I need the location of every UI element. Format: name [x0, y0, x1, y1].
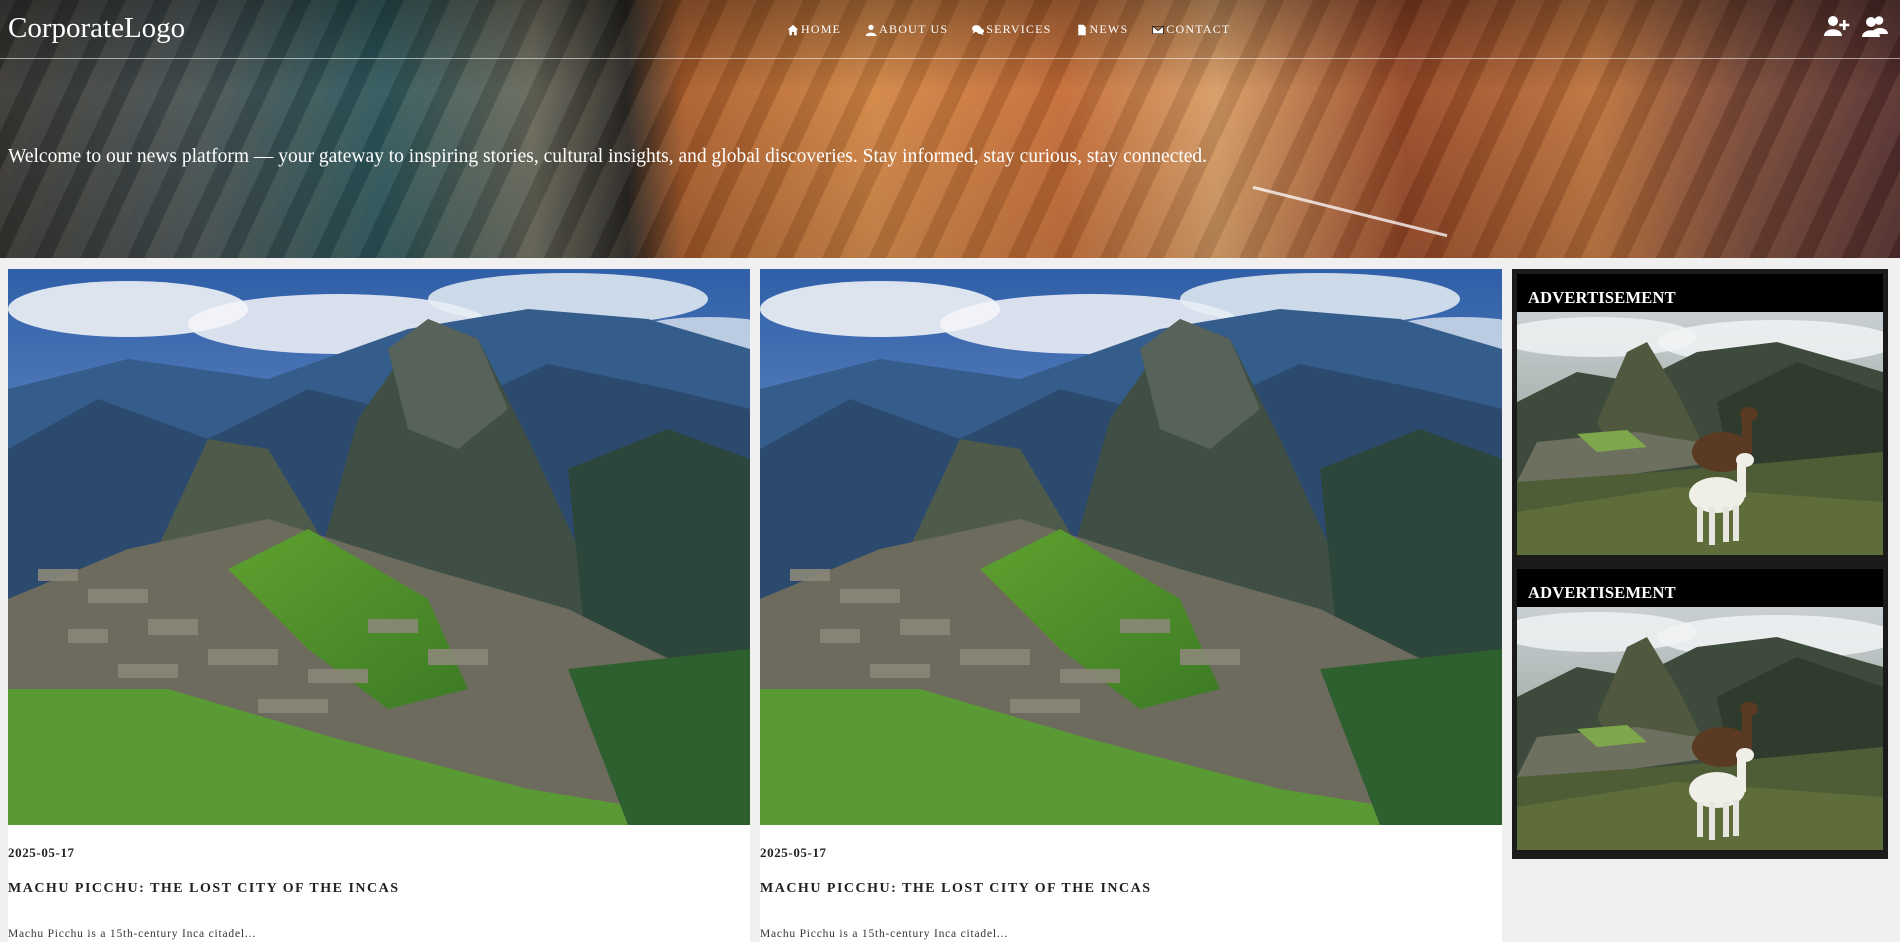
home-icon: [787, 24, 799, 35]
article-image[interactable]: [760, 269, 1502, 825]
main-nav: HOME ABOUT US SERVICES NEWS CONTACT: [787, 22, 1230, 37]
article-date: 2025-05-17: [760, 845, 827, 860]
envelope-icon: [1152, 25, 1164, 34]
nav-home-label: HOME: [801, 22, 842, 36]
nav-about-us-label: ABOUT US: [879, 22, 949, 36]
logo[interactable]: CorporateLogo: [8, 12, 185, 45]
advertisement-block: ADVERTISEMENT: [1517, 569, 1883, 850]
top-navigation-bar: CorporateLogo HOME ABOUT US SERVICES NEW…: [0, 0, 1900, 59]
advertisement-block: ADVERTISEMENT: [1517, 274, 1883, 555]
advertisement-label: ADVERTISEMENT: [1517, 569, 1883, 607]
users-icon[interactable]: [1862, 15, 1888, 37]
article-title[interactable]: MACHU PICCHU: THE LOST CITY OF THE INCAS: [8, 881, 400, 897]
article-date: 2025-05-17: [8, 845, 75, 860]
hero-tagline: Welcome to our news platform — your gate…: [8, 146, 1208, 167]
advertisement-image[interactable]: [1517, 312, 1883, 555]
nav-contact-label: CONTACT: [1166, 22, 1231, 36]
ad-sidebar: ADVERTISEMENT ADVERTISEMENT: [1512, 269, 1888, 859]
hero-banner: CorporateLogo HOME ABOUT US SERVICES NEW…: [0, 0, 1900, 258]
account-actions: [1824, 15, 1888, 37]
article-card[interactable]: 2025-05-17 MACHU PICCHU: THE LOST CITY O…: [8, 269, 750, 942]
file-icon: [1077, 24, 1086, 35]
advertisement-label: ADVERTISEMENT: [1517, 274, 1883, 312]
user-plus-icon[interactable]: [1824, 15, 1850, 37]
article-card[interactable]: 2025-05-17 MACHU PICCHU: THE LOST CITY O…: [760, 269, 1502, 942]
nav-contact[interactable]: CONTACT: [1152, 22, 1230, 37]
nav-news-label: NEWS: [1089, 22, 1129, 36]
comments-icon: [972, 24, 985, 35]
nav-about-us[interactable]: ABOUT US: [865, 22, 948, 37]
nav-services-label: SERVICES: [986, 22, 1052, 36]
advertisement-image[interactable]: [1517, 607, 1883, 850]
user-icon: [865, 24, 877, 36]
article-excerpt: Machu Picchu is a 15th-century Inca cita…: [8, 928, 256, 940]
article-image[interactable]: [8, 269, 750, 825]
article-excerpt: Machu Picchu is a 15th-century Inca cita…: [760, 928, 1008, 940]
article-title[interactable]: MACHU PICCHU: THE LOST CITY OF THE INCAS: [760, 881, 1152, 897]
hero-trail: [1252, 185, 1448, 238]
nav-home[interactable]: HOME: [787, 22, 841, 37]
nav-services[interactable]: SERVICES: [972, 22, 1051, 37]
nav-news[interactable]: NEWS: [1076, 22, 1129, 37]
